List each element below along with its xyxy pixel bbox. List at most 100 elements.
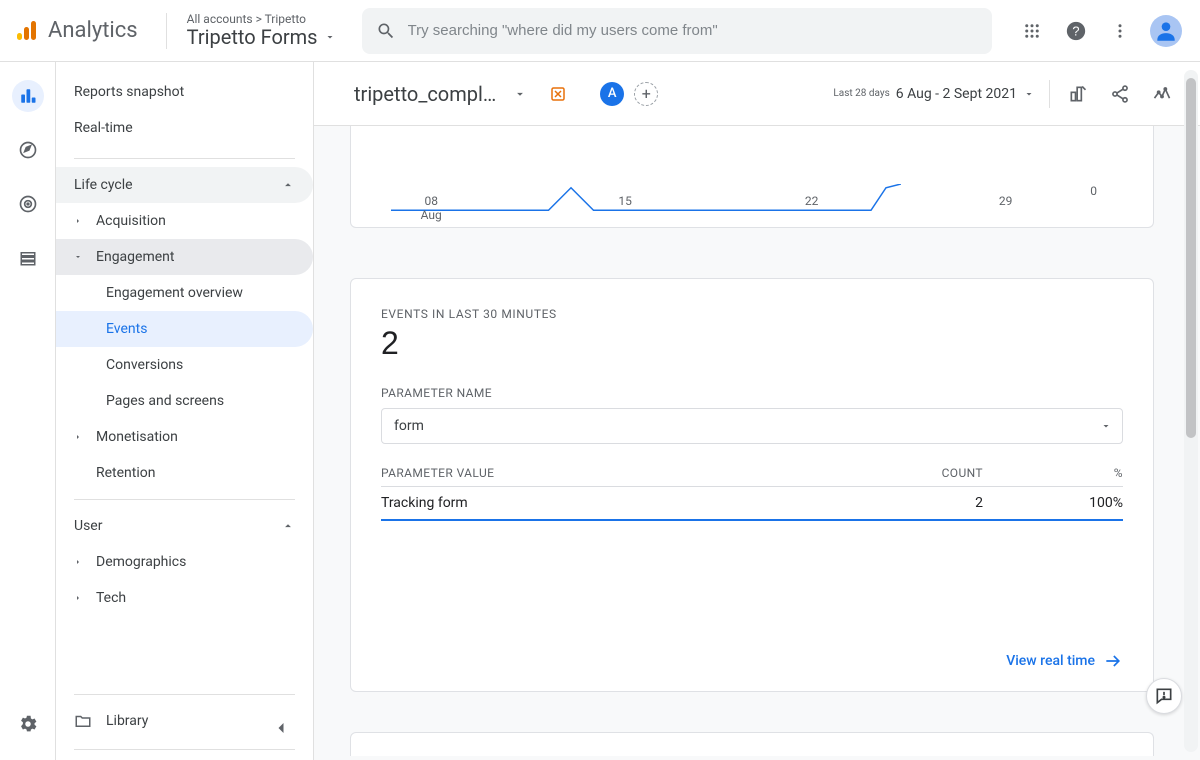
col-parameter-value: PARAMETER VALUE: [381, 466, 863, 480]
scrollbar-thumb[interactable]: [1186, 78, 1196, 438]
x-axis-tick: 22: [805, 194, 819, 208]
divider: [74, 694, 295, 695]
search-bar[interactable]: [362, 8, 993, 54]
nav-pages-screens[interactable]: Pages and screens: [56, 383, 313, 419]
report-toolbar: tripetto_compl… A + Last 28 days 6 Aug -…: [314, 62, 1200, 126]
help-icon[interactable]: ?: [1062, 17, 1090, 45]
nav-section-label: User: [74, 518, 102, 534]
cell-percent: 100%: [983, 495, 1123, 511]
left-nav: Reports snapshot Real-time Life cycle Ac…: [56, 62, 314, 760]
rail-explore-icon[interactable]: [12, 134, 44, 166]
x-axis-sublabel: Aug: [421, 208, 442, 222]
svg-text:?: ?: [1072, 23, 1079, 38]
date-range-label: 6 Aug - 2 Sept 2021: [896, 86, 1017, 102]
event-count: 2: [381, 325, 1123, 362]
caret-right-icon: [74, 594, 82, 602]
feedback-icon: [1154, 686, 1174, 706]
share-icon[interactable]: [1106, 80, 1134, 108]
cell-count: 2: [863, 495, 983, 511]
rail-advertising-icon[interactable]: [12, 188, 44, 220]
scrollbar[interactable]: [1184, 70, 1198, 752]
comparison-chip[interactable]: A: [600, 82, 624, 106]
nav-reports-snapshot[interactable]: Reports snapshot: [56, 74, 313, 110]
divider: [166, 13, 167, 49]
x-axis-tick: 29: [999, 194, 1013, 208]
arrow-right-icon: [1103, 651, 1123, 671]
search-input[interactable]: [408, 22, 979, 39]
workspace: 0 08 15 22 29 Aug EVENTS IN LAST 30 MINU…: [314, 126, 1200, 760]
nav-sub-label: Acquisition: [96, 213, 166, 229]
main-panel: tripetto_compl… A + Last 28 days 6 Aug -…: [314, 62, 1200, 760]
view-real-time-link[interactable]: View real time: [381, 651, 1123, 671]
table-header: PARAMETER VALUE COUNT %: [381, 466, 1123, 480]
nav-retention[interactable]: Retention: [56, 455, 313, 491]
nav-engagement[interactable]: Engagement: [56, 239, 313, 275]
custom-event-icon[interactable]: [544, 80, 572, 108]
nav-sub-label: Monetisation: [96, 429, 178, 445]
product-logo[interactable]: Analytics: [12, 18, 146, 43]
col-count: COUNT: [863, 466, 983, 480]
caret-down-icon: [1023, 88, 1035, 100]
analytics-logo-icon: [14, 19, 38, 43]
nav-collapse-button[interactable]: [271, 718, 291, 742]
x-axis-tick: 08: [424, 194, 438, 208]
chevron-left-icon: [271, 718, 291, 738]
top-bar: Analytics All accounts > Tripetto Tripet…: [0, 0, 1200, 62]
nav-section-user[interactable]: User: [56, 508, 313, 544]
chevron-up-icon: [281, 178, 295, 192]
topbar-actions: ?: [1018, 15, 1188, 47]
parameter-name-select[interactable]: form: [381, 408, 1123, 444]
more-icon[interactable]: [1106, 17, 1134, 45]
parameter-name-label: PARAMETER NAME: [381, 386, 1123, 400]
caret-down-icon: [74, 253, 82, 261]
nav-rail: [0, 62, 56, 760]
nav-sub-label: Tech: [96, 590, 126, 606]
apps-icon[interactable]: [1018, 17, 1046, 45]
nav-sub-label: Demographics: [96, 554, 186, 570]
event-name: tripetto_compl…: [354, 82, 496, 106]
search-icon: [376, 21, 396, 41]
nav-section-label: Life cycle: [74, 177, 133, 193]
rail-configure-icon[interactable]: [12, 242, 44, 274]
insights-icon[interactable]: [1148, 80, 1176, 108]
account-avatar[interactable]: [1150, 15, 1182, 47]
table-row[interactable]: Tracking form 2 100%: [381, 487, 1123, 521]
select-value: form: [394, 418, 424, 434]
nav-real-time[interactable]: Real-time: [56, 110, 313, 146]
caret-right-icon: [74, 217, 82, 225]
divider: [74, 749, 295, 750]
chart-card: 0 08 15 22 29 Aug: [350, 126, 1154, 228]
account-picker[interactable]: All accounts > Tripetto Tripetto Forms: [187, 13, 336, 48]
event-picker-button[interactable]: [506, 80, 534, 108]
caret-down-icon: [1100, 420, 1112, 432]
nav-engagement-overview[interactable]: Engagement overview: [56, 275, 313, 311]
customize-report-icon[interactable]: [1064, 80, 1092, 108]
x-axis-tick: 15: [618, 194, 632, 208]
product-name: Analytics: [48, 18, 138, 43]
rail-settings-icon[interactable]: [12, 708, 44, 740]
divider: [74, 158, 295, 159]
caret-down-icon: [513, 87, 527, 101]
date-range-picker[interactable]: Last 28 days 6 Aug - 2 Sept 2021: [833, 86, 1035, 102]
nav-section-life-cycle[interactable]: Life cycle: [56, 167, 313, 203]
nav-sub-label: Engagement: [96, 249, 174, 265]
nav-library-label: Library: [106, 713, 148, 729]
nav-monetisation[interactable]: Monetisation: [56, 419, 313, 455]
next-card-peek: [350, 732, 1154, 756]
caret-right-icon: [74, 433, 82, 441]
feedback-button[interactable]: [1146, 678, 1182, 714]
rail-reports-icon[interactable]: [12, 80, 44, 112]
link-label: View real time: [1006, 653, 1095, 669]
chevron-up-icon: [281, 519, 295, 533]
nav-demographics[interactable]: Demographics: [56, 544, 313, 580]
nav-sub-label: Retention: [96, 465, 156, 481]
events-realtime-card: EVENTS IN LAST 30 MINUTES 2 PARAMETER NA…: [350, 278, 1154, 692]
nav-events[interactable]: Events: [56, 311, 313, 347]
nav-tech[interactable]: Tech: [56, 580, 313, 616]
caret-down-icon: [324, 31, 336, 43]
nav-conversions[interactable]: Conversions: [56, 347, 313, 383]
nav-acquisition[interactable]: Acquisition: [56, 203, 313, 239]
divider: [1049, 80, 1050, 108]
add-comparison-button[interactable]: +: [634, 82, 658, 106]
divider: [74, 499, 295, 500]
